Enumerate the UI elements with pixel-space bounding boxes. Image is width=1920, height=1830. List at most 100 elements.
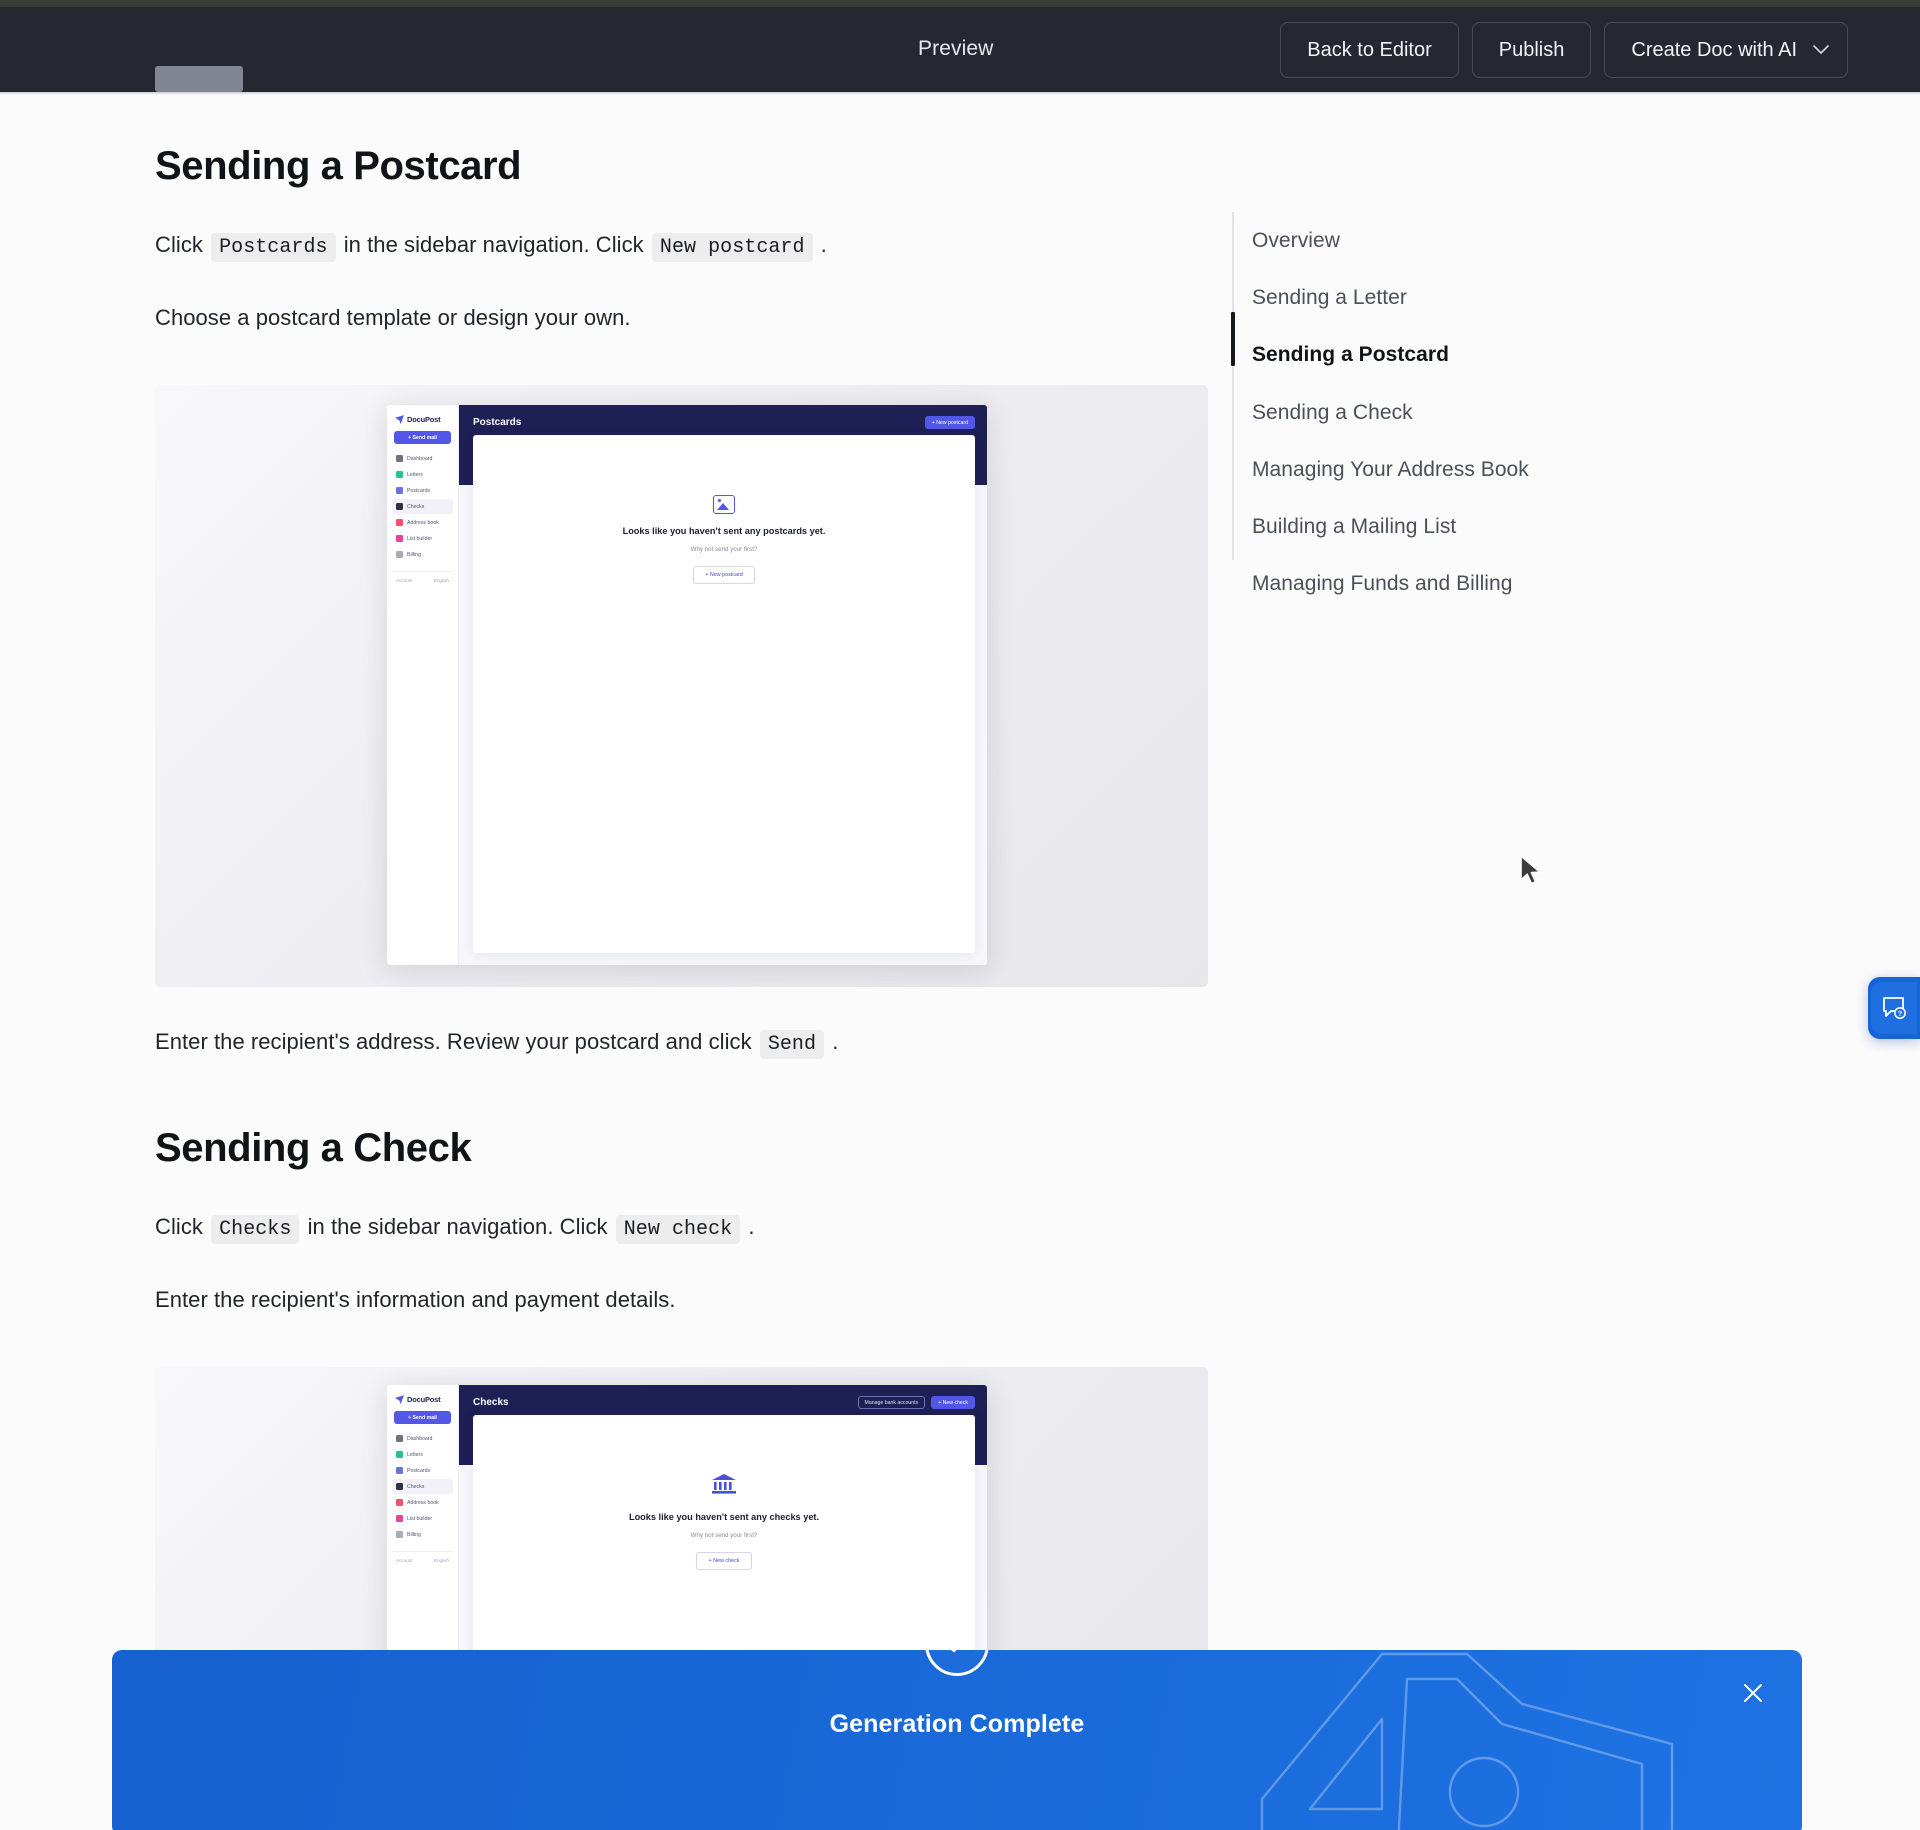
check-paragraph-1: Click Checks in the sidebar navigation. … [155, 1210, 1215, 1245]
text-fragment: . [748, 1214, 755, 1240]
toc-item-overview[interactable]: Overview [1252, 212, 1672, 269]
help-chat-button[interactable]: ? [1868, 977, 1920, 1039]
mockup-footer-language: English [433, 1558, 449, 1564]
mockup-manage-bank-accounts-button[interactable]: Manage bank accounts [857, 1396, 926, 1410]
mockup-brand: DocuPost [407, 1395, 441, 1405]
toc-rail [1232, 212, 1234, 560]
mockup-nav-label: Postcards [407, 487, 431, 494]
success-check-icon [925, 1650, 989, 1676]
mockup-nav-label: Dashboard [407, 1435, 433, 1442]
mockup-nav-label: Letters [407, 471, 423, 478]
header-top-strip [0, 0, 1920, 7]
inline-code-send: Send [759, 1030, 825, 1060]
mockup-sidebar-footer: Account English [392, 1551, 453, 1563]
toc-item-sending-a-letter[interactable]: Sending a Letter [1252, 269, 1672, 326]
letters-icon [396, 471, 403, 479]
mockup-nav-item[interactable]: List builder [392, 1511, 453, 1526]
mockup-main: Postcards + New postcard Looks like you … [459, 405, 987, 966]
back-to-editor-button[interactable]: Back to Editor [1280, 22, 1459, 78]
mockup-send-mail-button[interactable]: + Send mail [394, 431, 451, 445]
toc-item-managing-your-address-book[interactable]: Managing Your Address Book [1252, 441, 1672, 498]
mockup-nav-item[interactable]: Dashboard [392, 1431, 453, 1446]
mockup-nav-label: Checks [407, 503, 425, 510]
toc-item-sending-a-postcard[interactable]: Sending a Postcard [1252, 326, 1672, 383]
mockup-nav-item[interactable]: Address book [392, 515, 453, 530]
toc-active-marker [1231, 312, 1235, 366]
section-heading-postcard: Sending a Postcard [155, 144, 522, 188]
toc-item-managing-funds-and-billing[interactable]: Managing Funds and Billing [1252, 555, 1672, 612]
mockup-sidebar: DocuPost + Send mail Dashboard Letters P… [387, 405, 459, 966]
mockup-footer-language: English [433, 578, 449, 584]
mockup-nav-label: Billing [407, 1531, 421, 1538]
mockup-nav-item[interactable]: List builder [392, 531, 453, 546]
text-fragment: . [832, 1029, 839, 1055]
banner-title: Generation Complete [829, 1710, 1085, 1738]
mockup-page-title: Checks [473, 1397, 509, 1409]
mockup-nav-item[interactable]: Address book [392, 1495, 453, 1510]
mockup-logo: DocuPost [395, 415, 453, 425]
mockup-empty-title: Looks like you haven't sent any postcard… [622, 526, 826, 537]
mockup-nav-list: Dashboard Letters Postcards Checks Addre… [392, 1431, 453, 1542]
toc-item-sending-a-check[interactable]: Sending a Check [1252, 384, 1672, 441]
inline-code-postcards: Postcards [211, 233, 336, 262]
mockup-nav-list: Dashboard Letters Postcards Checks Addre… [392, 451, 453, 562]
mockup-nav-label: Letters [407, 1451, 423, 1458]
toc-item-building-a-mailing-list[interactable]: Building a Mailing List [1252, 498, 1672, 555]
check-paragraph-2: Enter the recipient's information and pa… [155, 1287, 676, 1313]
figure-postcards-screenshot: DocuPost + Send mail Dashboard Letters P… [155, 385, 1208, 988]
list-builder-icon [396, 1515, 403, 1523]
postcard-paragraph-2: Choose a postcard template or design you… [155, 305, 631, 330]
mockup-topbar-actions: Manage bank accounts + New check [857, 1396, 975, 1410]
text-fragment: Click [155, 1214, 203, 1240]
banner-decoration [1222, 1650, 1742, 1830]
header-underlay-tab [155, 66, 243, 92]
document-area: Sending a Postcard Click Postcards in th… [0, 92, 1920, 1830]
postcards-icon [396, 487, 403, 495]
preview-page: Preview Back to Editor Publish Create Do… [0, 0, 1920, 1830]
mockup-empty-new-check-button[interactable]: + New check [696, 1551, 752, 1570]
mockup-brand: DocuPost [407, 415, 441, 425]
mockup-nav-item[interactable]: Checks [392, 499, 453, 515]
header-bar: Preview Back to Editor Publish Create Do… [0, 7, 1920, 92]
mockup-new-postcard-button[interactable]: + New postcard [924, 416, 975, 430]
text-fragment: . [820, 232, 827, 257]
mockup-send-mail-button[interactable]: + Send mail [394, 1411, 451, 1425]
mockup-new-check-button[interactable]: + New check [931, 1396, 975, 1410]
mockup-nav-label: Dashboard [407, 455, 433, 462]
mockup-logo: DocuPost [395, 1395, 453, 1405]
mockup-nav-item[interactable]: Letters [392, 1447, 453, 1462]
address-book-icon [396, 519, 403, 527]
text-fragment: in the sidebar navigation. Click [343, 232, 644, 257]
mockup-footer-account: Account [396, 578, 413, 584]
mockup-nav-item[interactable]: Dashboard [392, 451, 453, 466]
mockup-nav-item[interactable]: Billing [392, 1527, 453, 1542]
header-actions: Back to Editor Publish Create Doc with A… [1280, 22, 1848, 78]
mockup-empty-new-postcard-button[interactable]: + New postcard [693, 565, 755, 584]
billing-icon [396, 551, 403, 559]
mockup-nav-label: Billing [407, 551, 421, 558]
mockup-nav-item[interactable]: Postcards [392, 1463, 453, 1478]
dashboard-icon [396, 1435, 403, 1443]
close-icon[interactable] [1736, 1676, 1770, 1710]
mockup-nav-label: List builder [407, 1515, 433, 1522]
dashboard-icon [396, 455, 403, 463]
mockup-nav-item[interactable]: Letters [392, 467, 453, 482]
mockup-empty-subtitle: Why not send your first? [690, 1531, 758, 1539]
mouse-cursor [1519, 855, 1545, 894]
mockup-nav-item[interactable]: Checks [392, 1479, 453, 1495]
mockup-nav-item[interactable]: Postcards [392, 483, 453, 498]
mockup-topbar-actions: + New postcard [924, 416, 975, 430]
publish-button[interactable]: Publish [1471, 22, 1592, 78]
checks-icon [396, 1483, 403, 1491]
address-book-icon [396, 1499, 403, 1507]
mockup-footer-account: Account [396, 1558, 413, 1564]
chevron-down-icon [1813, 42, 1829, 59]
svg-text:?: ? [1898, 1009, 1903, 1018]
mockup-nav-label: List builder [407, 535, 433, 542]
inline-code-new-check: New check [615, 1215, 741, 1245]
text-fragment: in the sidebar navigation. Click [307, 1214, 608, 1240]
table-of-contents: Overview Sending a Letter Sending a Post… [1231, 212, 1672, 612]
mockup-empty-subtitle: Why not send your first? [690, 545, 758, 553]
mockup-nav-item[interactable]: Billing [392, 547, 453, 562]
create-doc-with-ai-button[interactable]: Create Doc with AI [1604, 22, 1848, 78]
